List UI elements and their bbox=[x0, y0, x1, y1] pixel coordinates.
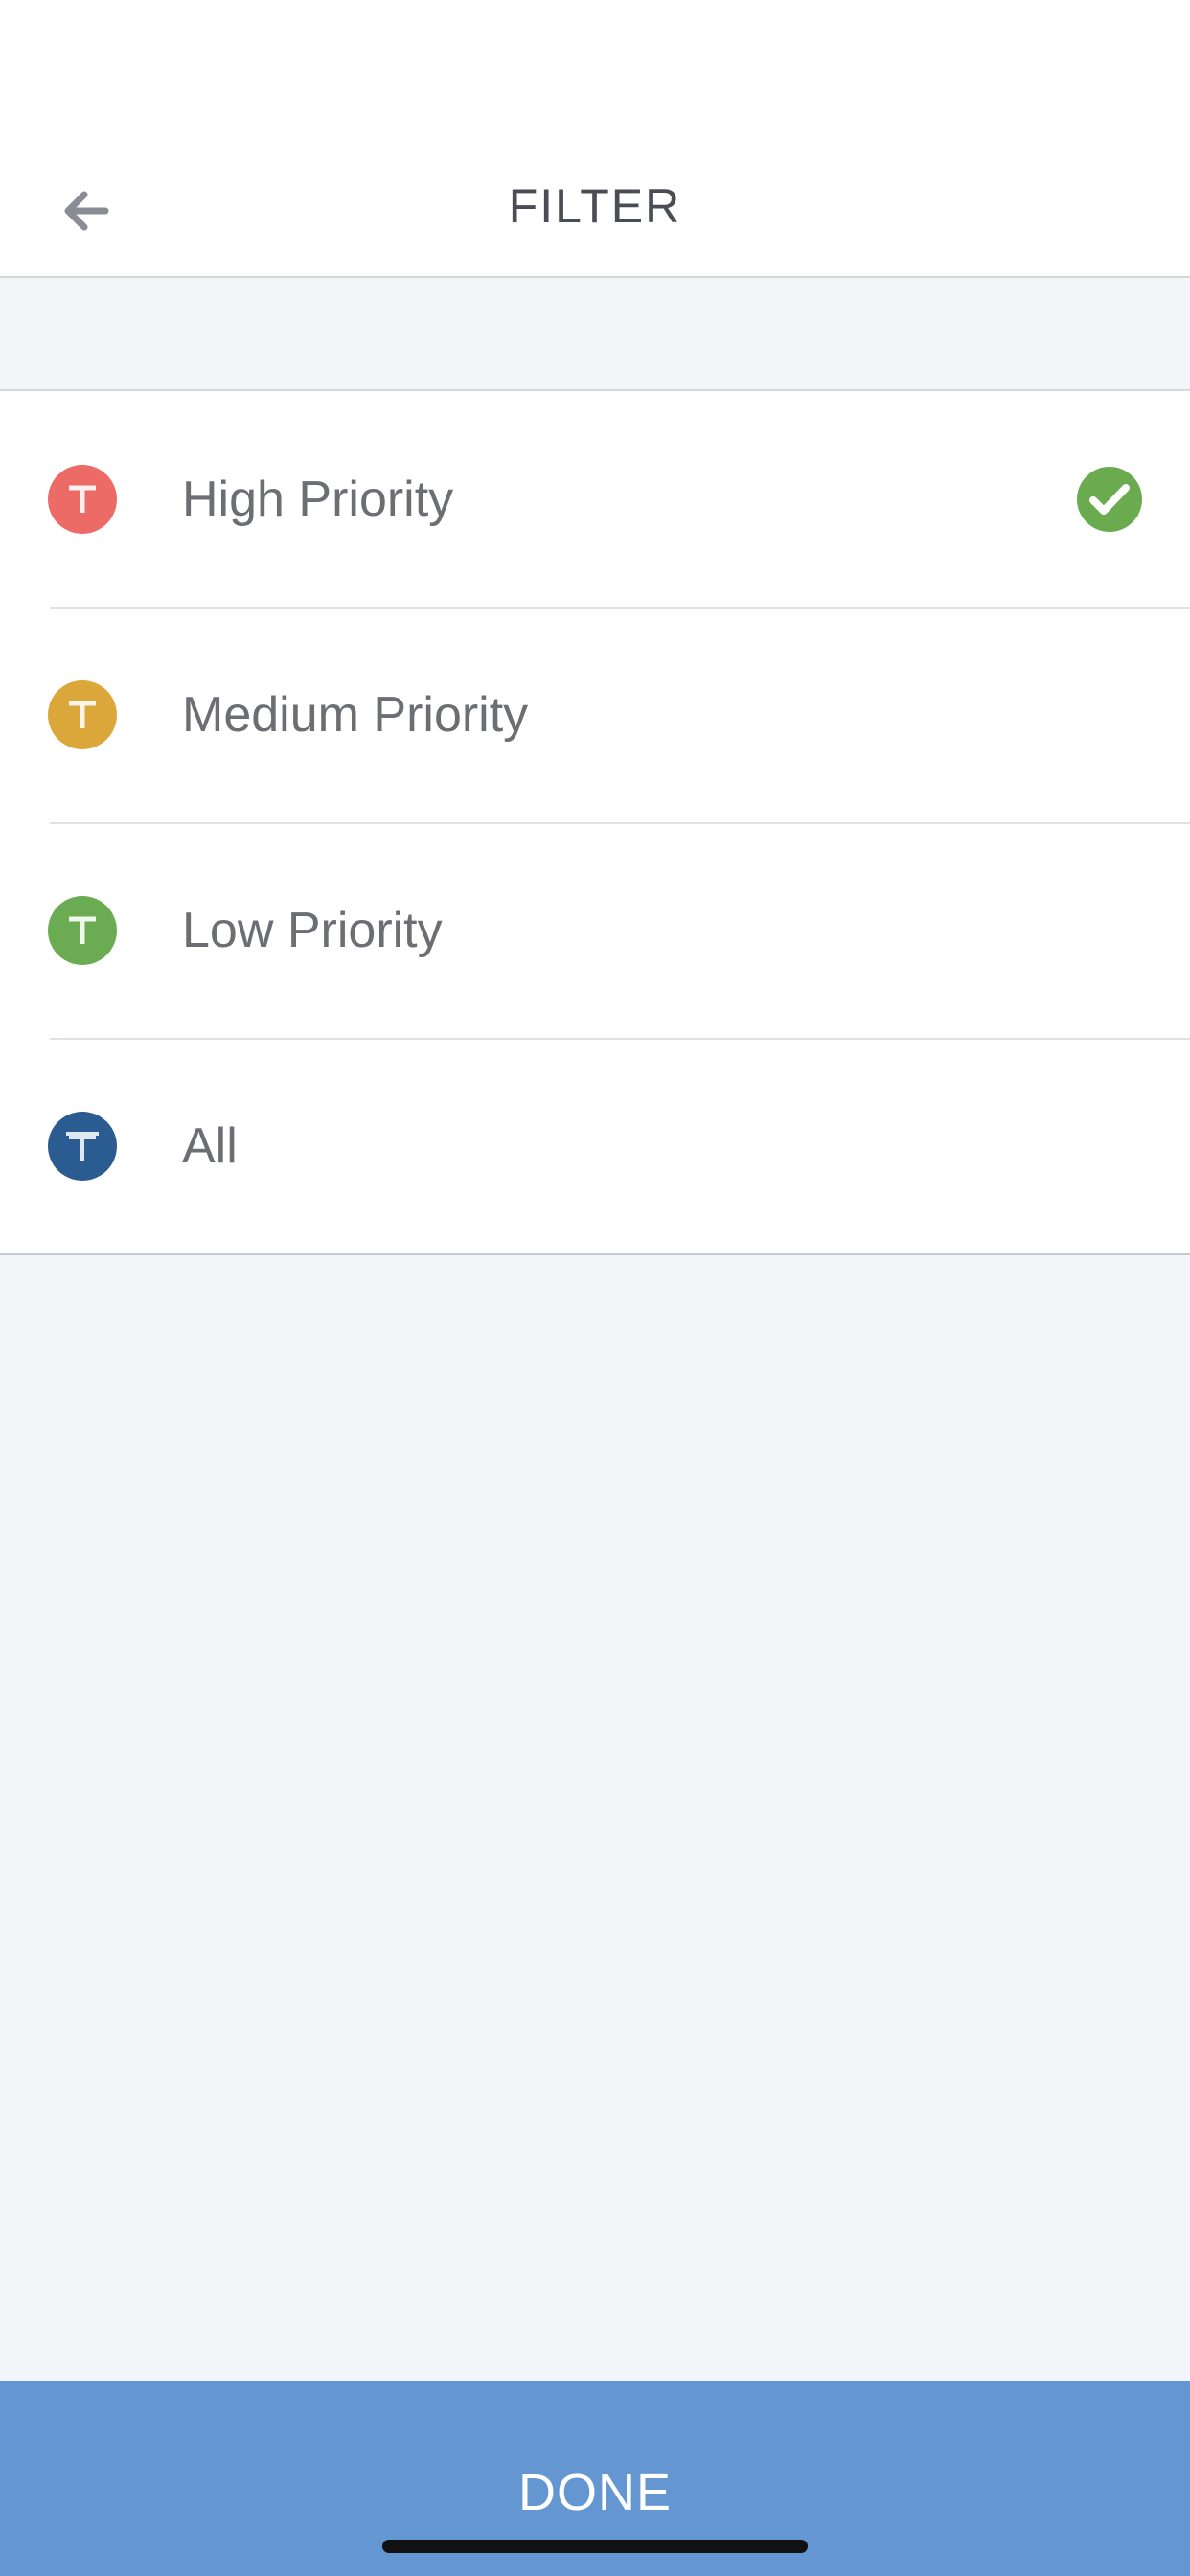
filter-list: High Priority Medium Priority Low Priori… bbox=[0, 389, 1190, 1255]
filter-item-label: High Priority bbox=[182, 471, 454, 527]
filter-item-medium-priority[interactable]: Medium Priority bbox=[0, 607, 1190, 822]
all-badge-icon bbox=[48, 1111, 117, 1181]
filter-item-label: All bbox=[182, 1117, 238, 1174]
filter-item-low-priority[interactable]: Low Priority bbox=[0, 822, 1190, 1038]
home-indicator bbox=[382, 2540, 808, 2553]
done-label: DONE bbox=[517, 2464, 672, 2521]
filter-item-all[interactable]: All bbox=[0, 1038, 1190, 1254]
filter-item-high-priority[interactable]: High Priority bbox=[0, 391, 1190, 607]
check-icon bbox=[1077, 466, 1142, 532]
medium-priority-badge-icon bbox=[48, 679, 117, 749]
header: FILTER bbox=[0, 0, 1190, 278]
low-priority-badge-icon bbox=[48, 895, 117, 965]
high-priority-badge-icon bbox=[48, 464, 117, 534]
filter-item-label: Low Priority bbox=[182, 902, 443, 958]
page-title: FILTER bbox=[508, 179, 682, 233]
filter-item-label: Medium Priority bbox=[182, 686, 529, 743]
